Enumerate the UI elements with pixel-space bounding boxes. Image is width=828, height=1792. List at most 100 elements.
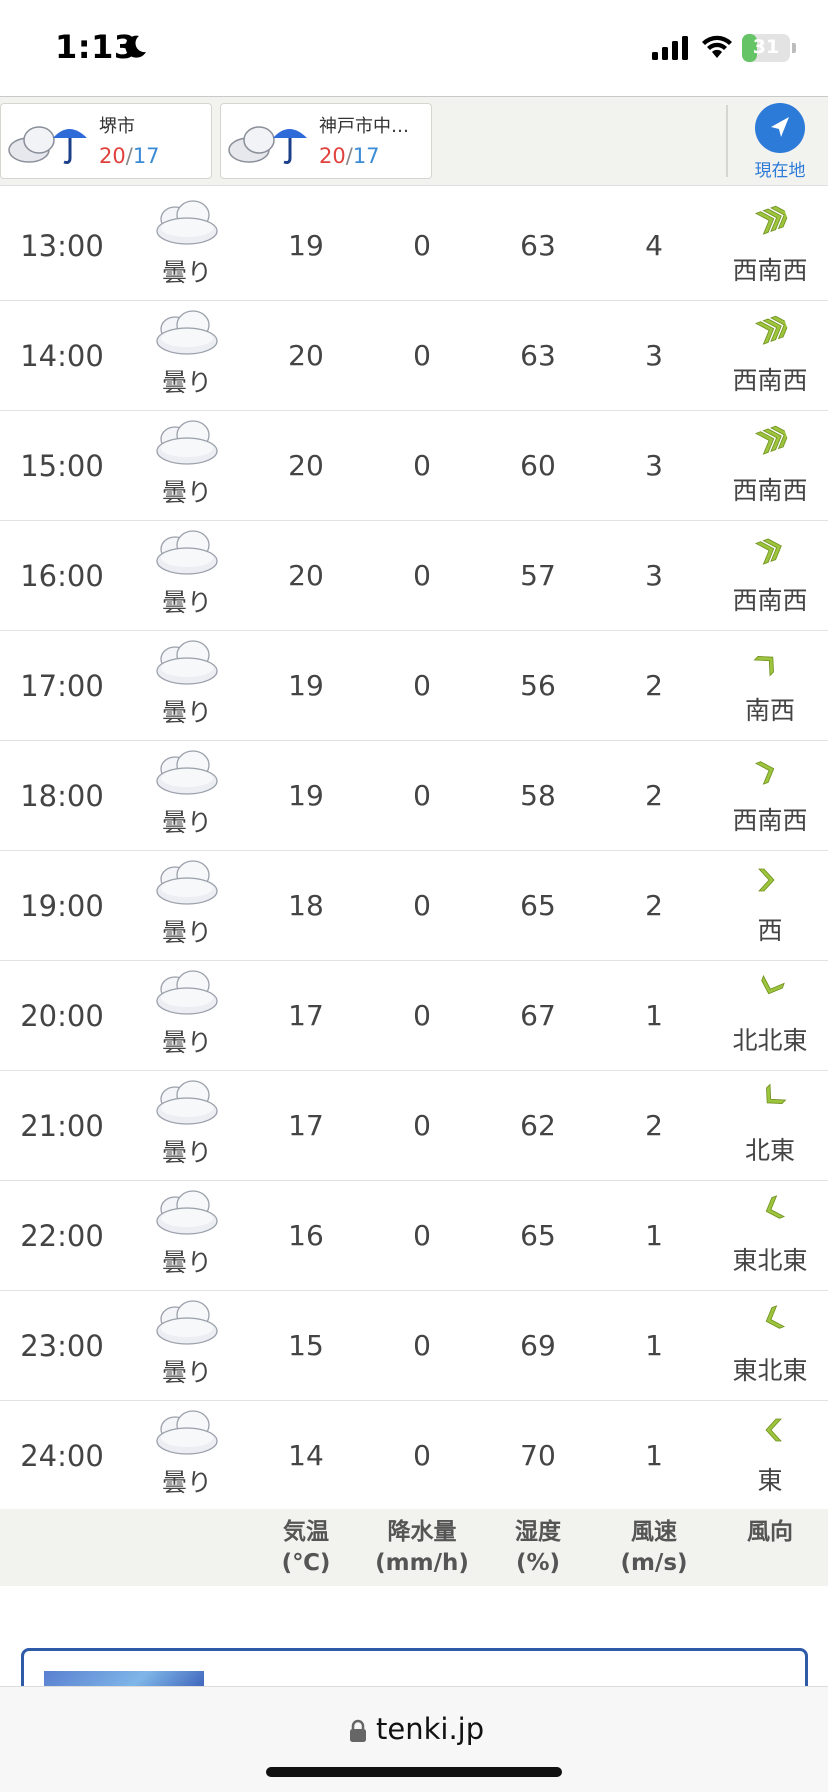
- hour-time: 14:00: [20, 339, 104, 373]
- hour-time: 13:00: [20, 229, 104, 263]
- weather-label: 曇り: [161, 698, 212, 727]
- humidity: 60: [520, 449, 556, 482]
- legend-temp: 気温 (℃): [281, 1519, 331, 1576]
- wind-direction-cell: 東: [720, 1401, 820, 1511]
- wind-speed: 3: [645, 449, 663, 482]
- high-temp: 20: [99, 144, 126, 168]
- wind-speed: 2: [645, 669, 663, 702]
- battery-icon: 31: [742, 34, 796, 62]
- precipitation: 0: [413, 889, 431, 922]
- status-bar: 1:13 31: [0, 0, 828, 96]
- signal-icon: [652, 36, 688, 60]
- wind-direction-cell: 東北東: [720, 1181, 820, 1291]
- hour-time: 15:00: [20, 449, 104, 483]
- humidity: 56: [520, 669, 556, 702]
- temperature: 19: [288, 669, 324, 702]
- precipitation: 0: [413, 449, 431, 482]
- location-card-1[interactable]: 堺市 20/17: [0, 103, 212, 179]
- temp-separator: /: [125, 144, 133, 168]
- browser-address-bar[interactable]: tenki.jp: [0, 1686, 828, 1792]
- temperature: 19: [288, 229, 324, 262]
- weather-label: 曇り: [161, 1358, 212, 1387]
- humidity: 62: [520, 1109, 556, 1142]
- cloud-icon: [153, 747, 221, 797]
- wind-speed: 1: [645, 1329, 663, 1362]
- wind-arrow-icon: [753, 1193, 787, 1227]
- cloud-icon: [153, 527, 221, 577]
- precipitation: 0: [413, 1329, 431, 1362]
- wind-direction: 南西: [744, 696, 795, 725]
- weather-cell: 曇り: [139, 1291, 235, 1401]
- table-row: 17:00 曇り 19 0 56 2 南西: [0, 631, 828, 741]
- wind-direction: 西: [757, 916, 783, 945]
- weather-label: 曇り: [161, 1248, 212, 1277]
- wind-direction-cell: 北北東: [720, 961, 820, 1071]
- precipitation: 0: [413, 1439, 431, 1472]
- wind-speed: 2: [645, 1109, 663, 1142]
- location-card-2[interactable]: 神戸市中… 20/17: [220, 103, 432, 179]
- hour-time: 20:00: [20, 999, 104, 1033]
- home-indicator[interactable]: [266, 1767, 562, 1777]
- weather-cell: 曇り: [139, 741, 235, 851]
- temperature: 20: [288, 449, 324, 482]
- low-temp: 17: [132, 144, 160, 168]
- wind-direction-cell: 北東: [720, 1071, 820, 1181]
- temperature: 14: [288, 1439, 324, 1472]
- table-row: 20:00 曇り 17 0 67 1 北北東: [0, 961, 828, 1071]
- current-location-button[interactable]: 現在地: [740, 101, 824, 183]
- cloud-icon: [153, 1297, 221, 1347]
- wind-direction: 西南西: [732, 586, 808, 615]
- humidity: 69: [520, 1329, 556, 1362]
- table-row: 24:00 曇り 14 0 70 1 東: [0, 1401, 828, 1511]
- hour-time: 19:00: [20, 889, 104, 923]
- wind-direction: 東北東: [732, 1246, 808, 1275]
- hour-time: 23:00: [20, 1329, 104, 1363]
- humidity: 67: [520, 999, 556, 1032]
- cloud-icon: [153, 1077, 221, 1127]
- wind-direction-cell: 南西: [720, 631, 820, 741]
- humidity: 70: [520, 1439, 556, 1472]
- wind-direction-cell: 西南西: [720, 301, 820, 411]
- table-row: 21:00 曇り 17 0 62 2 北東: [0, 1071, 828, 1181]
- weather-cell: 曇り: [139, 301, 235, 411]
- temperature: 19: [288, 779, 324, 812]
- humidity: 65: [520, 1219, 556, 1252]
- cloud-icon: [153, 1407, 221, 1457]
- location-temps: 20/17: [319, 144, 380, 168]
- wind-direction: 北東: [744, 1136, 795, 1165]
- weather-label: 曇り: [161, 258, 212, 287]
- hour-time: 22:00: [20, 1219, 104, 1253]
- humidity: 58: [520, 779, 556, 812]
- precipitation: 0: [413, 339, 431, 372]
- table-row: 16:00 曇り 20 0 57 3 西南西: [0, 521, 828, 631]
- cloud-umbrella-icon: [8, 126, 87, 164]
- table-row: 18:00 曇り 19 0 58 2 西南西: [0, 741, 828, 851]
- table-row: 19:00 曇り 18 0 65 2 西: [0, 851, 828, 961]
- weather-cell: 曇り: [139, 411, 235, 521]
- wind-direction: 西南西: [732, 476, 808, 505]
- wind-speed: 3: [645, 559, 663, 592]
- wind-speed: 2: [645, 779, 663, 812]
- temperature: 20: [288, 559, 324, 592]
- column-legend: 気温 (℃) 降水量 (mm/h) 湿度 (%) 風速 (m/s) 風向: [0, 1509, 828, 1586]
- weather-label: 曇り: [161, 478, 212, 507]
- humidity: 63: [520, 229, 556, 262]
- weather-cell: 曇り: [139, 851, 235, 961]
- precipitation: 0: [413, 559, 431, 592]
- wind-direction-cell: 東北東: [720, 1291, 820, 1401]
- wind-direction-cell: 西: [720, 851, 820, 961]
- precipitation: 0: [413, 1109, 431, 1142]
- wind-speed: 1: [645, 999, 663, 1032]
- temperature: 17: [288, 1109, 324, 1142]
- wind-arrow-icon: [753, 423, 790, 457]
- cloud-umbrella-icon: [228, 126, 307, 164]
- weather-cell: 曇り: [139, 1071, 235, 1181]
- hour-time: 16:00: [20, 559, 104, 593]
- hourly-forecast-table: 13:00 曇り 19 0 63 4 西南西 14:00 曇り 20 0 63 3 西南西 15:00 曇り 2…: [0, 191, 828, 1511]
- wind-arrow-icon: [753, 203, 790, 237]
- wind-arrow-icon: [753, 863, 787, 897]
- location-temps: 20/17: [99, 144, 160, 168]
- humidity: 65: [520, 889, 556, 922]
- cloud-icon: [153, 417, 221, 467]
- cloud-icon: [153, 1187, 221, 1237]
